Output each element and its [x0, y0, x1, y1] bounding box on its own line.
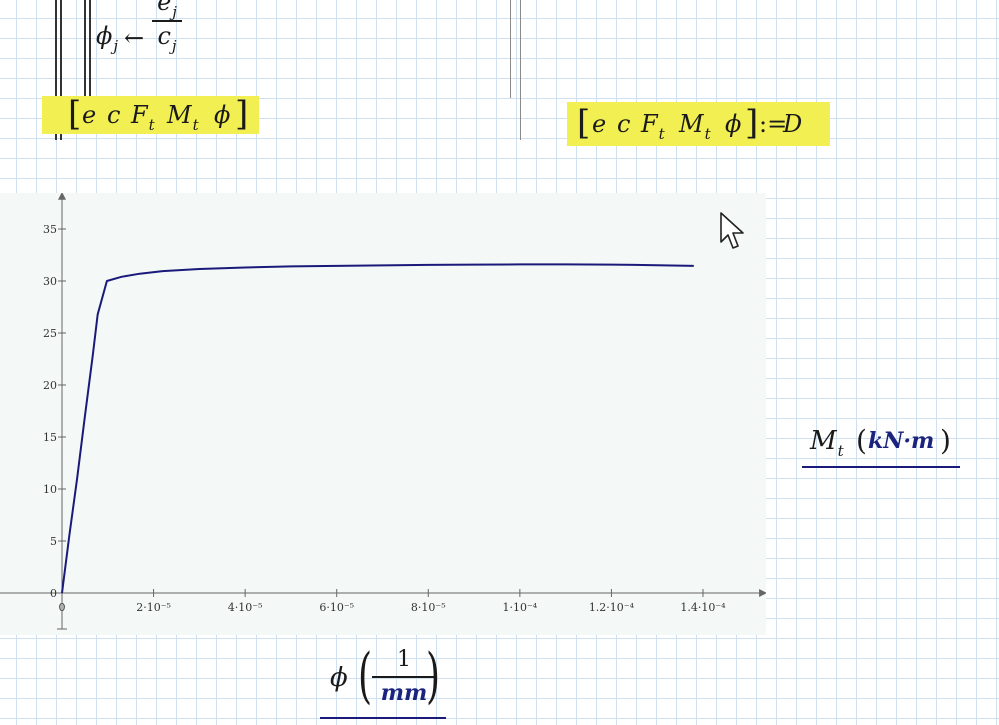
region-separator-1 — [510, 0, 511, 98]
plot-canvas: 0 2·10⁻⁵ 4·10⁻⁵ 6·10⁻⁵ 8·10⁻⁵ 1·10⁻⁴ 1.2·10⁻⁴ 1… — [0, 193, 766, 630]
x-tick-label: 0 — [59, 601, 66, 614]
assign-arrow: ← — [124, 24, 145, 52]
x-tick-label: 4·10⁻⁵ — [228, 601, 263, 614]
y-tick-label: 20 — [43, 379, 57, 392]
y-tick-label: 35 — [43, 223, 57, 236]
x-tick-label: 1.4·10⁻⁴ — [680, 601, 726, 614]
x-unit-paren-open: ( — [358, 641, 373, 711]
x-tick-label: 2·10⁻⁵ — [136, 601, 171, 614]
x-tick-label: 1·10⁻⁴ — [502, 601, 537, 614]
xy-plot[interactable]: 0 2·10⁻⁵ 4·10⁻⁵ 6·10⁻⁵ 8·10⁻⁵ 1·10⁻⁴ 1.2·10⁻⁴ 1… — [0, 193, 766, 635]
frac-denominator: cj — [157, 22, 177, 55]
y-tick-label: 10 — [43, 483, 57, 496]
y-unit-paren-open: ( — [856, 424, 867, 457]
phi-j-symbol: ϕj — [96, 22, 119, 55]
y-axis-arrowhead — [58, 193, 66, 200]
x-unit-paren-close: ) — [426, 641, 441, 711]
program-bar-inner-2 — [89, 0, 91, 100]
y-tick-label: 25 — [43, 327, 57, 340]
x-tick-label: 1.2·10⁻⁴ — [589, 601, 635, 614]
y-unit-paren-close: ) — [940, 424, 951, 457]
y-tick-label: 30 — [43, 275, 57, 288]
mouse-pointer-icon — [720, 212, 744, 249]
program-return-vector[interactable]: [ e c Ft Mt ϕ ] — [42, 94, 259, 134]
x-axis-symbol: ϕ — [330, 663, 348, 693]
region-separator-2 — [520, 0, 521, 140]
y-axis-unit: kN·m — [868, 428, 935, 454]
x-axis-label[interactable]: ϕ ( 1 mm ) — [320, 641, 446, 719]
y-axis-symbol: Mt — [810, 426, 844, 460]
definition-statement[interactable]: [ e c Ft Mt ϕ ] := D — [567, 102, 830, 146]
program-bar-inner-1 — [84, 0, 86, 100]
x-unit-numerator: 1 — [397, 647, 411, 672]
e-over-c-fraction: ej cj — [152, 0, 182, 55]
y-tick-label: 0 — [50, 587, 57, 600]
x-axis-arrowhead — [759, 589, 766, 597]
y-tick-label: 15 — [43, 431, 57, 444]
x-tick-label: 6·10⁻⁵ — [319, 601, 354, 614]
frac-numerator: ej — [157, 0, 177, 21]
x-tick-label: 8·10⁻⁵ — [411, 601, 446, 614]
x-unit-denominator: mm — [380, 680, 428, 706]
y-axis-label[interactable]: Mt ( kN·m ) — [802, 424, 960, 468]
moment-curvature-curve — [61, 263, 694, 594]
y-tick-label: 5 — [50, 535, 57, 548]
